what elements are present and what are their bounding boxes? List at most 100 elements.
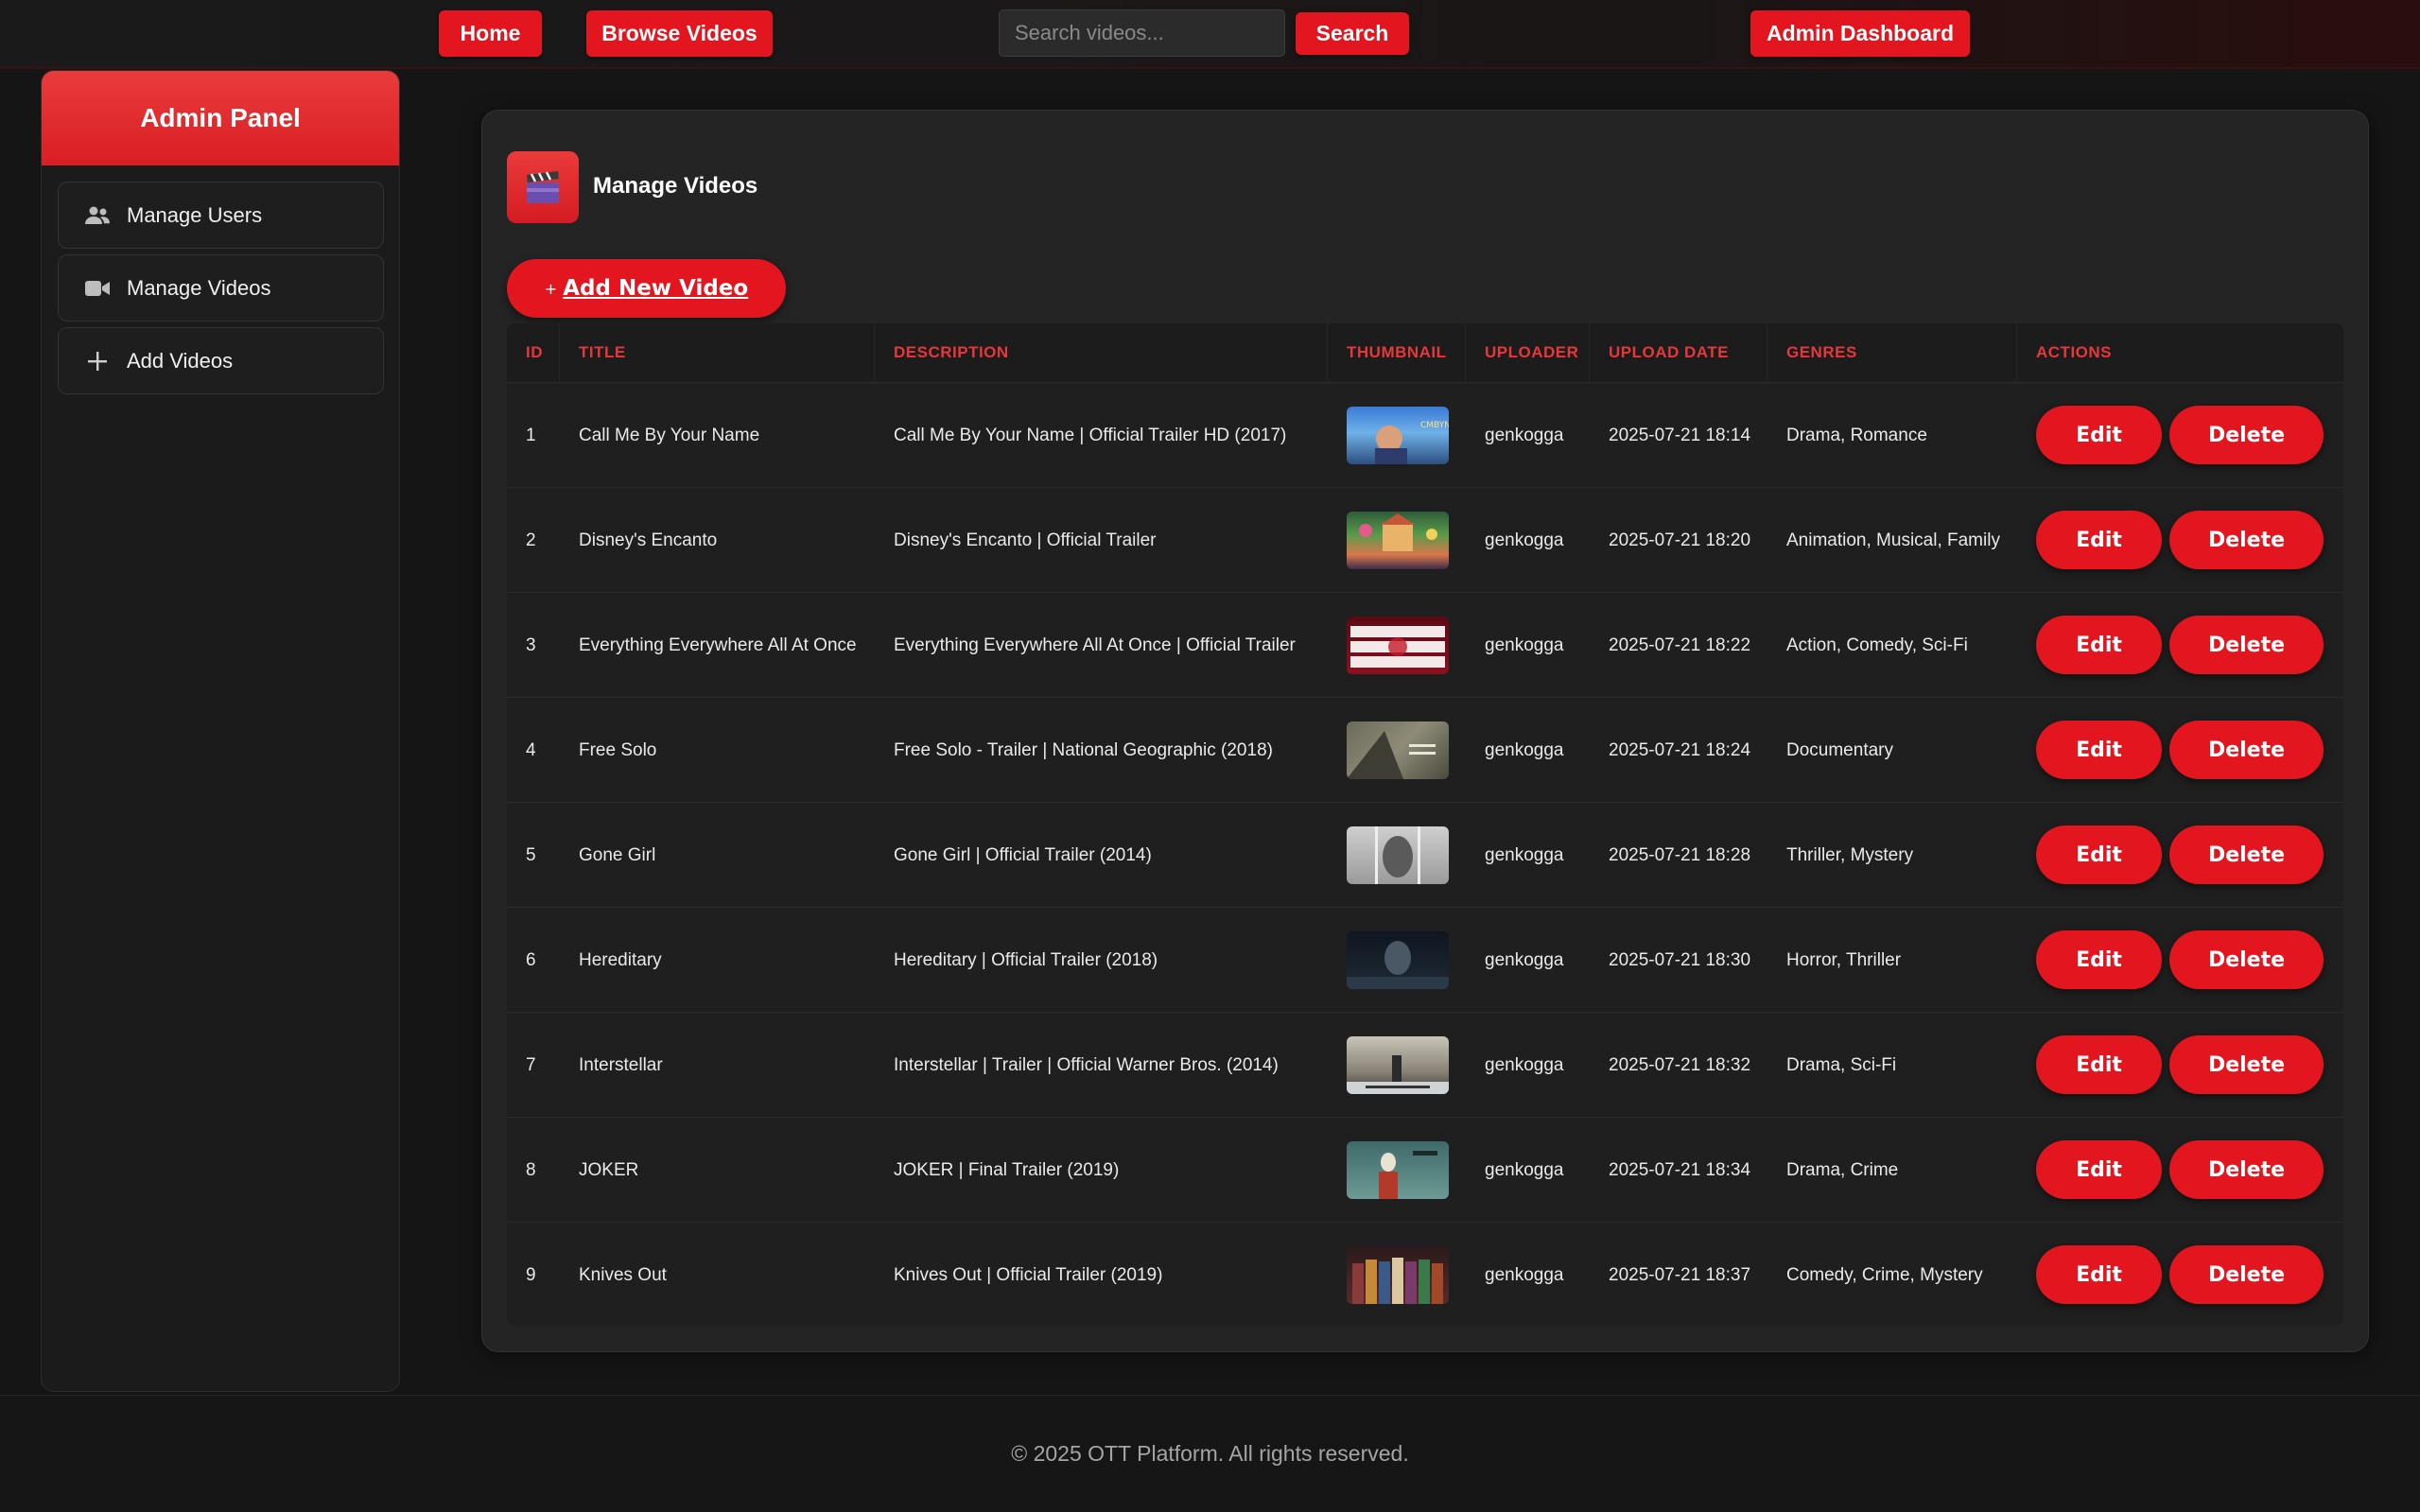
cell-genres: Documentary	[1786, 739, 1893, 760]
cell-upload-date: 2025-07-21 18:32	[1609, 1054, 1751, 1075]
table-row: 4 Free Solo Free Solo - Trailer | Nation…	[507, 697, 2343, 802]
manage-videos-card: Manage Videos + Add New Video ID TITLE D…	[481, 110, 2369, 1352]
footer: © 2025 OTT Platform. All rights reserved…	[0, 1395, 2420, 1512]
video-thumbnail[interactable]	[1347, 826, 1449, 884]
cell-genres: Action, Comedy, Sci-Fi	[1786, 634, 1968, 655]
delete-button[interactable]: Delete	[2169, 1140, 2324, 1199]
edit-button[interactable]: Edit	[2036, 1035, 2162, 1094]
cell-upload-date: 2025-07-21 18:34	[1609, 1159, 1751, 1180]
column-header-genres: GENRES	[1767, 323, 2017, 382]
search-button[interactable]: Search	[1296, 12, 1409, 55]
admin-sidebar: Admin Panel Manage Users Manage Videos A…	[41, 70, 400, 1392]
cell-title: Knives Out	[579, 1264, 667, 1285]
sidebar-item-add-videos[interactable]: Add Videos	[58, 327, 384, 394]
page-title: Manage Videos	[593, 173, 758, 199]
add-new-video-button[interactable]: + Add New Video	[507, 259, 786, 318]
sidebar-item-manage-videos[interactable]: Manage Videos	[58, 254, 384, 322]
edit-button[interactable]: Edit	[2036, 511, 2162, 569]
video-thumbnail[interactable]	[1347, 1036, 1449, 1094]
cell-id: 2	[526, 530, 536, 550]
cell-uploader: genkogga	[1485, 425, 1564, 445]
cell-title: JOKER	[579, 1159, 639, 1180]
video-thumbnail[interactable]	[1347, 1246, 1449, 1304]
cell-upload-date: 2025-07-21 18:24	[1609, 739, 1751, 760]
sidebar-item-label: Add Videos	[127, 348, 234, 373]
cell-uploader: genkogga	[1485, 530, 1564, 550]
video-thumbnail[interactable]: CMBYN	[1347, 407, 1449, 464]
delete-button[interactable]: Delete	[2169, 511, 2324, 569]
sidebar-item-manage-users[interactable]: Manage Users	[58, 182, 384, 249]
cell-title: Gone Girl	[579, 844, 656, 865]
edit-button[interactable]: Edit	[2036, 616, 2162, 674]
edit-button[interactable]: Edit	[2036, 721, 2162, 779]
video-camera-icon	[85, 276, 110, 301]
sidebar-item-label: Manage Videos	[127, 275, 271, 300]
cell-upload-date: 2025-07-21 18:28	[1609, 844, 1751, 865]
cell-title: Interstellar	[579, 1054, 663, 1075]
videos-table: ID TITLE DESCRIPTION THUMBNAIL UPLOADER …	[507, 323, 2343, 1326]
edit-button[interactable]: Edit	[2036, 1245, 2162, 1304]
clapperboard-icon	[507, 151, 579, 223]
users-icon	[85, 203, 110, 228]
cell-uploader: genkogga	[1485, 1264, 1564, 1285]
table-row: 1 Call Me By Your Name Call Me By Your N…	[507, 382, 2343, 487]
table-row: 7 Interstellar Interstellar | Trailer | …	[507, 1012, 2343, 1117]
delete-button[interactable]: Delete	[2169, 1035, 2324, 1094]
table-row: 2 Disney's Encanto Disney's Encanto | Of…	[507, 487, 2343, 592]
search-input[interactable]	[999, 9, 1285, 57]
cell-uploader: genkogga	[1485, 1159, 1564, 1180]
cell-upload-date: 2025-07-21 18:14	[1609, 425, 1751, 445]
video-thumbnail[interactable]	[1347, 617, 1449, 674]
cell-title: Call Me By Your Name	[579, 425, 760, 445]
admin-dashboard-button[interactable]: Admin Dashboard	[1750, 10, 1970, 57]
cell-upload-date: 2025-07-21 18:22	[1609, 634, 1751, 655]
column-header-uploader: UPLOADER	[1466, 323, 1590, 382]
delete-button[interactable]: Delete	[2169, 930, 2324, 989]
edit-button[interactable]: Edit	[2036, 930, 2162, 989]
cell-id: 8	[526, 1159, 536, 1180]
cell-upload-date: 2025-07-21 18:37	[1609, 1264, 1751, 1285]
delete-button[interactable]: Delete	[2169, 406, 2324, 464]
cell-genres: Horror, Thriller	[1786, 949, 1902, 970]
cell-title: Free Solo	[579, 739, 657, 760]
cell-description: Disney's Encanto | Official Trailer	[894, 530, 1157, 550]
cell-id: 7	[526, 1054, 536, 1075]
table-row: 8 JOKER JOKER | Final Trailer (2019) gen…	[507, 1117, 2343, 1222]
cell-genres: Drama, Sci-Fi	[1786, 1054, 1897, 1075]
table-row: 9 Knives Out Knives Out | Official Trail…	[507, 1222, 2343, 1326]
home-button[interactable]: Home	[439, 10, 542, 57]
cell-description: JOKER | Final Trailer (2019)	[894, 1159, 1120, 1180]
delete-button[interactable]: Delete	[2169, 1245, 2324, 1304]
video-thumbnail[interactable]	[1347, 1141, 1449, 1199]
video-thumbnail[interactable]	[1347, 512, 1449, 569]
video-thumbnail[interactable]	[1347, 931, 1449, 989]
cell-description: Interstellar | Trailer | Official Warner…	[894, 1054, 1279, 1075]
browse-videos-button[interactable]: Browse Videos	[586, 10, 773, 57]
cell-upload-date: 2025-07-21 18:20	[1609, 530, 1751, 550]
video-thumbnail[interactable]	[1347, 721, 1449, 779]
cell-description: Knives Out | Official Trailer (2019)	[894, 1264, 1163, 1285]
column-header-actions: ACTIONS	[2017, 323, 2343, 382]
delete-button[interactable]: Delete	[2169, 826, 2324, 884]
cell-genres: Drama, Romance	[1786, 425, 1927, 445]
cell-title: Everything Everywhere All At Once	[579, 634, 857, 655]
sidebar-title: Admin Panel	[42, 71, 399, 165]
delete-button[interactable]: Delete	[2169, 616, 2324, 674]
column-header-upload-date: UPLOAD DATE	[1590, 323, 1767, 382]
cell-genres: Animation, Musical, Family	[1786, 530, 2000, 550]
cell-description: Everything Everywhere All At Once | Offi…	[894, 634, 1296, 655]
cell-id: 6	[526, 949, 536, 970]
edit-button[interactable]: Edit	[2036, 406, 2162, 464]
column-header-description: DESCRIPTION	[875, 323, 1328, 382]
edit-button[interactable]: Edit	[2036, 826, 2162, 884]
delete-button[interactable]: Delete	[2169, 721, 2324, 779]
cell-id: 1	[526, 425, 536, 445]
cell-uploader: genkogga	[1485, 739, 1564, 760]
cell-uploader: genkogga	[1485, 1054, 1564, 1075]
cell-title: Hereditary	[579, 949, 662, 970]
edit-button[interactable]: Edit	[2036, 1140, 2162, 1199]
top-navbar: Home Browse Videos Search Admin Dashboar…	[0, 0, 2420, 69]
sidebar-item-label: Manage Users	[127, 202, 263, 227]
cell-genres: Comedy, Crime, Mystery	[1786, 1264, 1983, 1285]
table-row: 5 Gone Girl Gone Girl | Official Trailer…	[507, 802, 2343, 907]
